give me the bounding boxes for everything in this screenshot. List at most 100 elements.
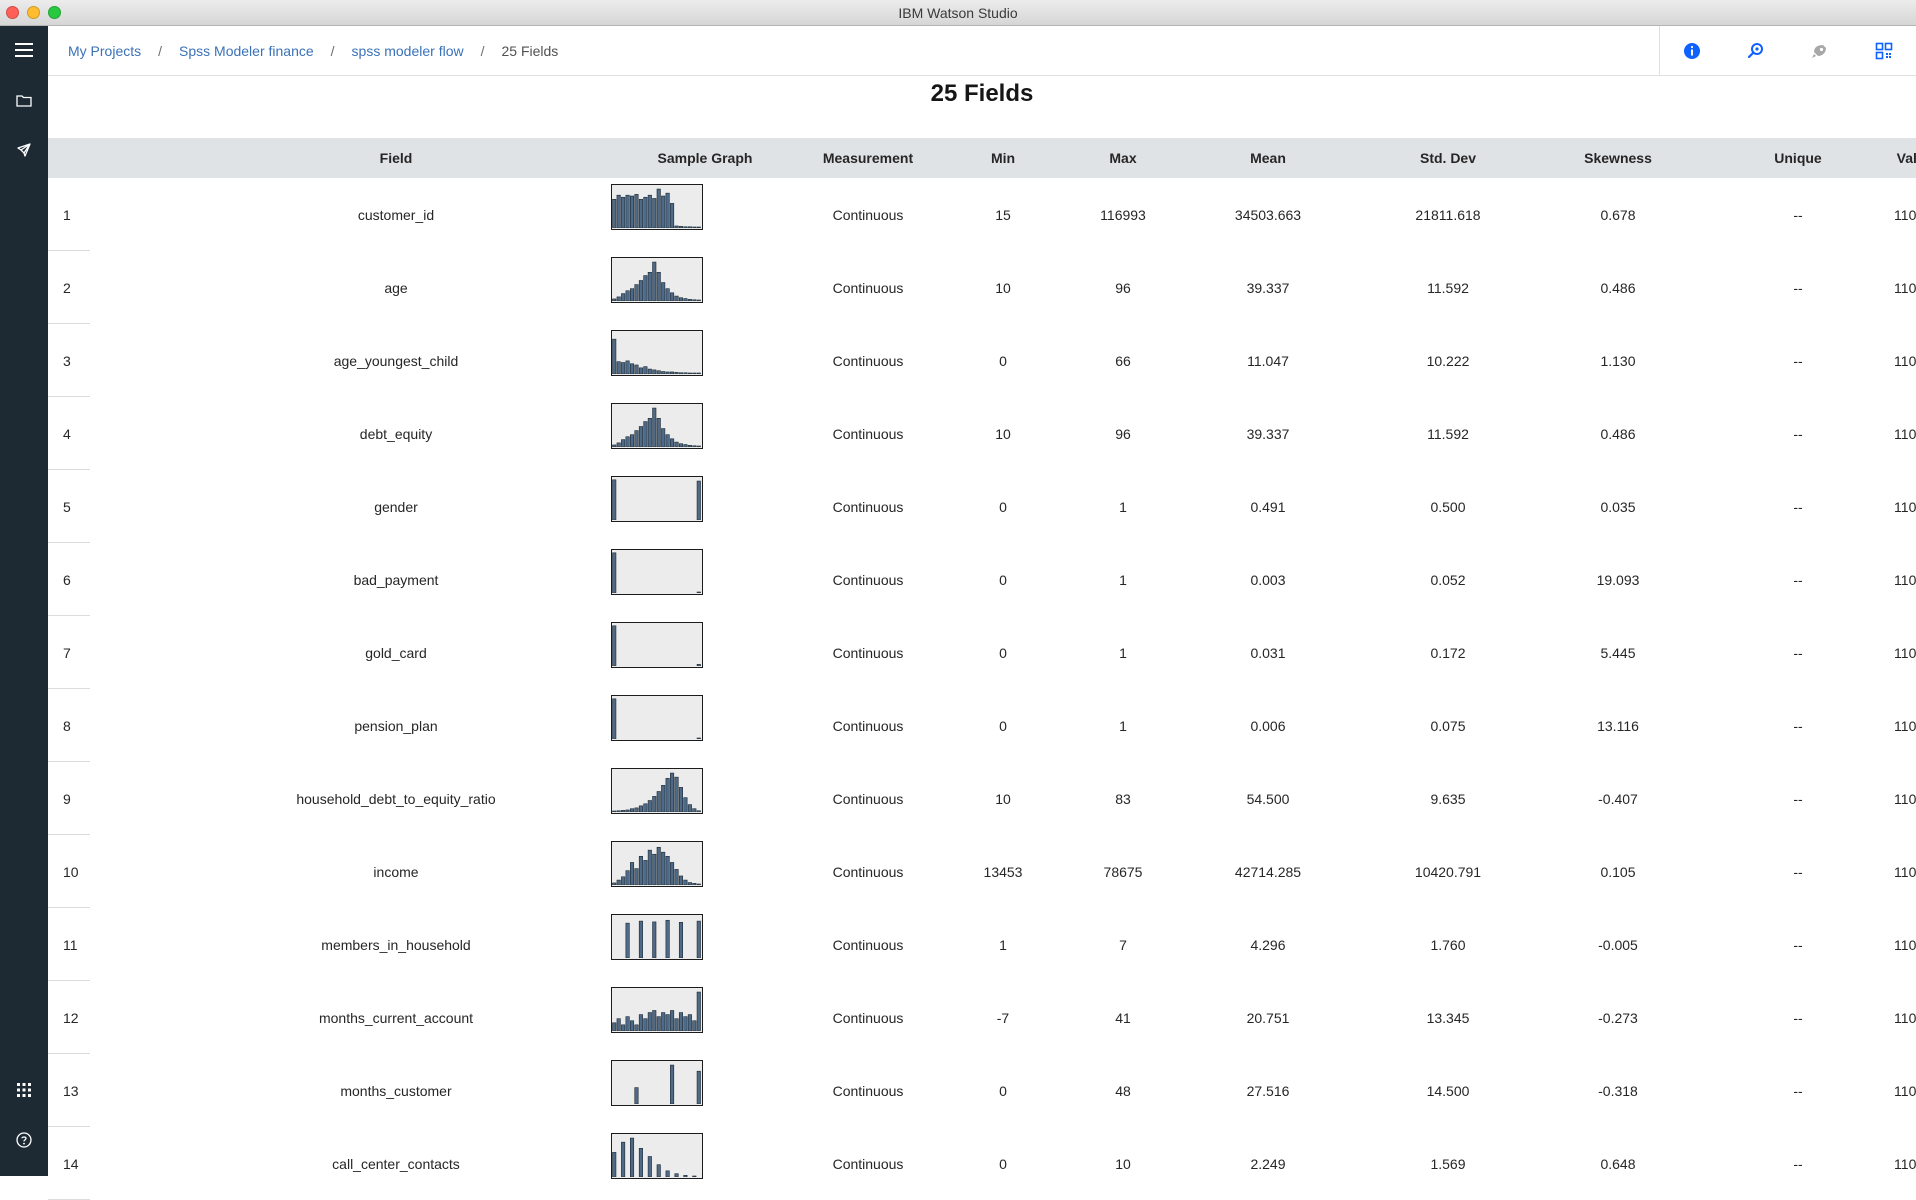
projects-button[interactable] — [0, 76, 48, 124]
histogram-bar — [661, 428, 666, 447]
histogram-bar — [683, 1016, 688, 1031]
sample-graph[interactable] — [611, 476, 703, 522]
apps-button[interactable] — [0, 1066, 48, 1114]
table-row[interactable]: 7 gold_card Continuous 0 1 0.031 0.172 5.445 -- 1… — [48, 616, 1916, 689]
layout-button[interactable] — [1852, 26, 1916, 76]
minimize-window-button[interactable] — [27, 6, 40, 19]
skewness-cell: -0.318 — [1598, 1082, 1638, 1099]
std-dev-cell: 0.172 — [1430, 644, 1466, 661]
std-dev-cell: 0.500 — [1430, 498, 1466, 515]
table-row[interactable]: 13 months_customer Continuous 0 48 27.516 14.5… — [48, 1054, 1916, 1127]
skewness-cell: 0.105 — [1600, 863, 1636, 880]
column-header-valid[interactable]: Valid — [1838, 138, 1916, 178]
table-row[interactable]: 3 age_youngest_child Continuous 0 66 11.047 10… — [48, 324, 1916, 397]
row-number: 9 — [63, 790, 71, 807]
table-row[interactable]: 5genderContinuous010.4910.5000.035--1102… — [48, 470, 1916, 543]
table-header: Field Sample Graph Measurement Min Max M… — [48, 138, 1916, 178]
valid-cell: 11023 — [1894, 863, 1916, 880]
histogram-bar — [687, 804, 692, 812]
info-button[interactable] — [1660, 26, 1724, 76]
breadcrumb-my-projects[interactable]: My Projects — [68, 43, 141, 59]
mean-cell: 0.491 — [1250, 498, 1286, 515]
close-window-button[interactable] — [6, 6, 19, 19]
table-row[interactable]: 10 income Continuous 13453 78675 42714.285 104… — [48, 835, 1916, 908]
sample-graph[interactable] — [611, 987, 703, 1033]
table-row[interactable]: 6 bad_payment Continuous 0 1 0.003 0.052 19.093… — [48, 543, 1916, 616]
mean-cell: 39.337 — [1246, 279, 1290, 296]
histogram-bar — [696, 226, 701, 228]
histogram-bar — [665, 919, 670, 958]
table-row[interactable]: 8 pension_plan Continuous 0 1 0.006 0.075 13.11… — [48, 689, 1916, 762]
histogram-bar — [674, 372, 679, 374]
breadcrumb-project[interactable]: Spss Modeler finance — [179, 43, 314, 59]
histogram-bar — [665, 192, 670, 228]
sample-graph[interactable] — [611, 1133, 703, 1179]
valid-cell: 11023 — [1894, 1082, 1916, 1099]
sample-graph[interactable] — [611, 1060, 703, 1106]
table-row[interactable]: 12 months_current_account Continuous -7 41 20… — [48, 981, 1916, 1054]
histogram-bar — [625, 870, 630, 885]
histogram-bar — [678, 226, 684, 228]
histogram-bar — [670, 292, 675, 301]
histogram-bar — [638, 367, 643, 374]
histogram-bar — [634, 807, 639, 812]
find-button[interactable] — [1724, 26, 1788, 76]
histogram-bar — [652, 1010, 657, 1031]
histogram-bar — [621, 876, 626, 885]
table-row[interactable]: 2 age Continuous 10 96 39.337 11.592 0.486 -- 110… — [48, 251, 1916, 324]
menu-button[interactable] — [0, 26, 48, 74]
histogram-bar — [656, 188, 661, 228]
histogram-chart — [612, 846, 701, 885]
std-dev-cell: 10.222 — [1426, 352, 1470, 369]
histogram-bar — [665, 856, 670, 885]
breadcrumb-flow[interactable]: spss modeler flow — [352, 43, 464, 59]
column-header-std-dev[interactable]: Std. Dev — [1348, 138, 1548, 178]
table-row[interactable]: 14 call_center_contacts Continuous 0 10 2.249… — [48, 1127, 1916, 1200]
sample-graph[interactable] — [611, 184, 703, 230]
sample-graph[interactable] — [611, 768, 703, 814]
column-header-mean[interactable]: Mean — [1168, 138, 1368, 178]
run-button[interactable] — [1788, 26, 1852, 76]
std-dev-cell: 14.500 — [1426, 1082, 1470, 1099]
sample-graph[interactable] — [611, 914, 703, 960]
table-row[interactable]: 11 members_in_household Continuous 1 7 4.296 1… — [48, 908, 1916, 981]
histogram-bar — [674, 295, 679, 301]
histogram-bar — [643, 366, 648, 374]
sample-graph[interactable] — [611, 841, 703, 887]
zoom-window-button[interactable] — [48, 6, 61, 19]
histogram-bar — [692, 1020, 697, 1031]
column-header-skewness[interactable]: Skewness — [1528, 138, 1708, 178]
histogram-chart — [612, 261, 701, 301]
sample-graph[interactable] — [611, 549, 703, 595]
sample-graph[interactable] — [611, 403, 703, 449]
sample-graph[interactable] — [611, 622, 703, 668]
table-row[interactable]: 9 household_debt_to_equity_ratio Continuou… — [48, 762, 1916, 835]
histogram-bar — [656, 1164, 661, 1177]
histogram-bar — [612, 810, 617, 812]
histogram-bar — [616, 879, 621, 885]
histogram-bar — [665, 778, 670, 812]
table-body: 1 customer_id Continuous 15 116993 34503.663 2… — [48, 178, 1916, 1200]
histogram-bar — [696, 372, 701, 374]
sample-graph[interactable] — [611, 695, 703, 741]
std-dev-cell: 10420.791 — [1414, 863, 1482, 880]
mean-cell: 39.337 — [1246, 425, 1290, 442]
valid-cell: 11023 — [1894, 936, 1916, 953]
help-button[interactable] — [0, 1116, 48, 1164]
histogram-chart — [612, 479, 701, 520]
sample-graph[interactable] — [611, 330, 703, 376]
histogram-bar — [696, 480, 701, 520]
table-row[interactable]: 1 customer_id Continuous 15 116993 34503.663 2… — [48, 178, 1916, 251]
deployments-button[interactable] — [0, 126, 48, 174]
histogram-bar — [678, 1012, 684, 1031]
histogram-bar — [656, 846, 661, 885]
histogram-bar — [643, 275, 648, 301]
run-icon — [1812, 45, 1826, 58]
histogram-bar — [661, 282, 666, 301]
table-row[interactable]: 4 debt_equity Continuous 10 96 39.337 11.592 0.… — [48, 397, 1916, 470]
mean-cell: 34503.663 — [1234, 206, 1302, 223]
histogram-bar — [616, 361, 621, 374]
histogram-bar — [634, 1087, 639, 1104]
valid-cell: 11023 — [1894, 717, 1916, 734]
sample-graph[interactable] — [611, 257, 703, 303]
